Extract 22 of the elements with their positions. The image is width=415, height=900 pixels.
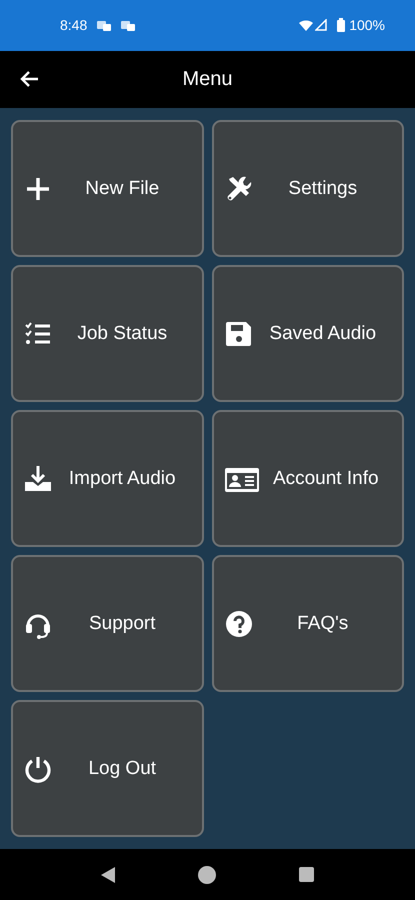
notification-icon: [97, 19, 112, 32]
status-time: 8:48: [60, 17, 88, 34]
home-nav-icon[interactable]: [198, 866, 216, 884]
battery-level: 100%: [349, 17, 385, 34]
menu-tile[interactable]: FAQ's: [212, 555, 404, 692]
notification-icon: [121, 19, 136, 32]
menu-tile[interactable]: Settings: [212, 120, 404, 258]
battery-icon: [337, 18, 346, 32]
screen-title: Menu: [182, 68, 233, 90]
menu-tile[interactable]: Saved Audio: [212, 265, 404, 402]
menu-tile[interactable]: Import Audio: [11, 410, 204, 548]
help-icon: [224, 608, 254, 639]
menu-tile[interactable]: Log Out: [11, 700, 204, 838]
download-icon: [23, 464, 53, 494]
menu-tile[interactable]: Account Info: [212, 410, 404, 548]
menu-tile[interactable]: New File: [11, 120, 204, 258]
back-nav-icon[interactable]: [101, 866, 116, 883]
menu-tile[interactable]: Support: [11, 555, 204, 692]
signal-icon: [315, 19, 328, 32]
wifi-icon: [299, 20, 314, 31]
menu-tile[interactable]: Job Status: [11, 265, 204, 402]
recents-nav-icon[interactable]: [298, 867, 314, 882]
